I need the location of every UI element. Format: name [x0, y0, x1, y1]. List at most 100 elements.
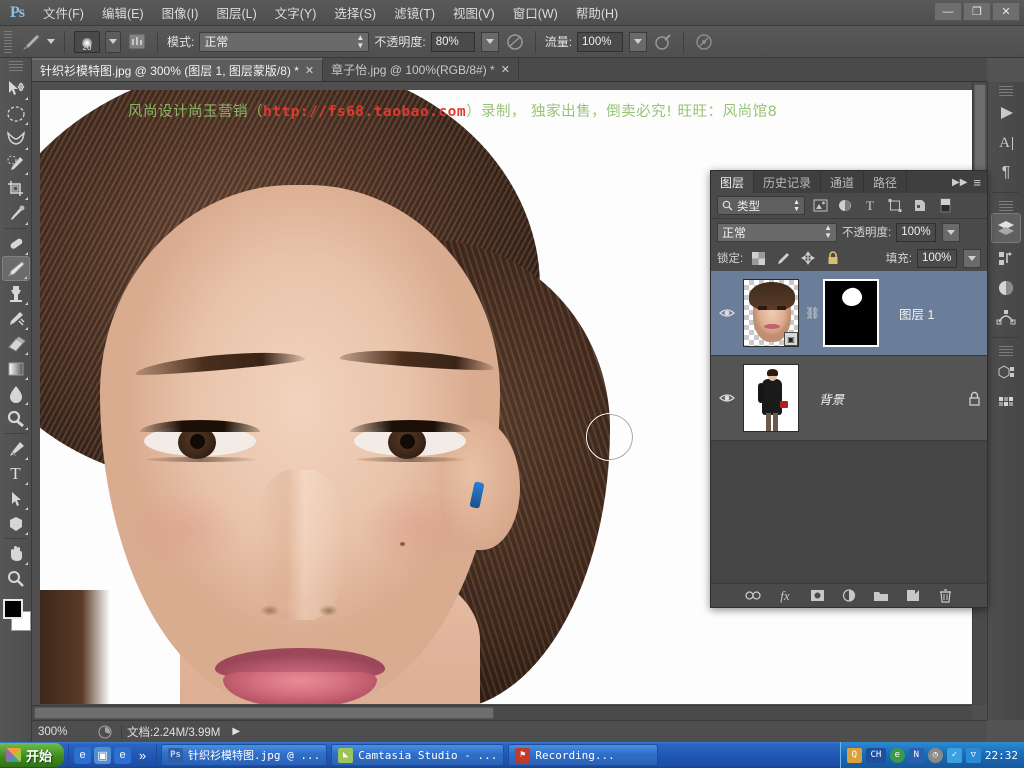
minimize-button[interactable]: —: [934, 2, 962, 21]
sidebar-item-healing-brush-tool[interactable]: [2, 231, 30, 256]
tablet-pressure-icon[interactable]: [693, 31, 715, 53]
sidebar-item-eraser-tool[interactable]: [2, 331, 30, 356]
check-tray-icon[interactable]: ✓: [946, 747, 962, 763]
sidebar-item-path-selection-tool[interactable]: [2, 486, 30, 511]
character-panel-icon[interactable]: A: [991, 128, 1021, 158]
sidebar-item-pen-tool[interactable]: [2, 436, 30, 461]
menu-view[interactable]: 视图(V): [444, 0, 504, 25]
airbrush-icon[interactable]: [652, 31, 674, 53]
adjustments-panel-icon[interactable]: [991, 273, 1021, 303]
3d-panel-icon[interactable]: [991, 358, 1021, 388]
lock-transparent-pixels-icon[interactable]: [748, 248, 768, 268]
filter-pixel-icon[interactable]: [810, 196, 830, 216]
layer-name[interactable]: 图层 1: [899, 304, 934, 323]
filter-toggle-icon[interactable]: [935, 196, 955, 216]
layers-list[interactable]: ▣ ⛓ 图层 1 背景: [711, 271, 987, 583]
sidebar-item-type-tool[interactable]: T: [2, 461, 30, 486]
ie-icon[interactable]: e: [74, 746, 92, 764]
layer-blend-mode-select[interactable]: 正常 ▲ ▼: [717, 222, 837, 242]
flow-dropdown-button[interactable]: [629, 31, 648, 52]
ime-tray-icon[interactable]: CH: [865, 747, 886, 763]
layer-thumbnail[interactable]: ▣: [743, 279, 799, 347]
paragraph-panel-icon[interactable]: ¶: [991, 158, 1021, 188]
taskbar-item-camtasia[interactable]: ◣ Camtasia Studio - ...: [331, 744, 505, 766]
menu-image[interactable]: 图像(I): [153, 0, 208, 25]
clock-tray-icon[interactable]: ◷: [927, 747, 943, 763]
brush-dropdown-button[interactable]: [105, 30, 121, 53]
right-dock-grip[interactable]: [999, 86, 1013, 96]
document-tab-active[interactable]: 针织衫模特图.jpg @ 300% (图层 1, 图层蒙版/8) * ✕: [32, 58, 324, 81]
status-preview-icon[interactable]: [94, 721, 116, 743]
layer-mask-thumbnail[interactable]: [823, 279, 879, 347]
table-row[interactable]: 背景: [711, 356, 987, 441]
tools-panel-grip[interactable]: [8, 61, 23, 73]
restore-button[interactable]: ❐: [963, 2, 991, 21]
layer-fill-dropdown-button[interactable]: [963, 248, 981, 268]
menu-window[interactable]: 窗口(W): [504, 0, 567, 25]
sidebar-item-clone-stamp-tool[interactable]: [2, 281, 30, 306]
sidebar-item-elliptical-marquee-tool[interactable]: [2, 101, 30, 126]
tab-layers[interactable]: 图层: [711, 171, 755, 193]
mini-bridge-icon[interactable]: [991, 98, 1021, 128]
extra-group-grip[interactable]: [999, 346, 1013, 356]
new-layer-button[interactable]: [904, 587, 922, 605]
layer-name[interactable]: 背景: [819, 389, 844, 408]
swatches-panel-icon[interactable]: [991, 388, 1021, 418]
color-swatches[interactable]: [1, 597, 31, 633]
blend-mode-select[interactable]: 正常 ▲ ▼: [199, 31, 370, 52]
network-tray-icon[interactable]: N: [908, 747, 924, 763]
taskbar-clock[interactable]: 22:32: [985, 749, 1018, 762]
browser-tray-icon[interactable]: e: [889, 747, 905, 763]
start-button[interactable]: 开始: [0, 743, 65, 767]
menu-select[interactable]: 选择(S): [325, 0, 385, 25]
layer-visibility-toggle[interactable]: [717, 307, 737, 319]
shield-tray-icon[interactable]: ▽: [965, 747, 981, 763]
sidebar-item-quick-selection-tool[interactable]: [2, 151, 30, 176]
sidebar-item-brush-tool[interactable]: [1, 256, 30, 281]
tab-paths[interactable]: 路径: [864, 171, 908, 193]
new-group-button[interactable]: [872, 587, 890, 605]
mask-link-icon[interactable]: ⛓: [805, 306, 820, 320]
ie2-icon[interactable]: e: [114, 746, 132, 764]
sidebar-item-shape-tool[interactable]: [2, 511, 30, 536]
foreground-color-swatch[interactable]: [2, 599, 23, 619]
menu-layer[interactable]: 图层(L): [207, 0, 265, 25]
tab-channels[interactable]: 通道: [821, 171, 865, 193]
default-colors-icon[interactable]: [1, 587, 13, 597]
brush-panel-toggle-icon[interactable]: [126, 31, 148, 53]
layer-visibility-toggle[interactable]: [717, 392, 737, 404]
layer-style-button[interactable]: fx: [776, 587, 794, 605]
link-layers-button[interactable]: [744, 587, 762, 605]
qq-tray-icon[interactable]: Q: [846, 747, 862, 763]
sidebar-item-history-brush-tool[interactable]: [2, 306, 30, 331]
menu-help[interactable]: 帮助(H): [567, 0, 627, 25]
layers-group-grip[interactable]: [999, 201, 1013, 211]
delete-layer-button[interactable]: [936, 587, 954, 605]
opacity-dropdown-button[interactable]: [480, 31, 499, 52]
sidebar-item-lasso-tool[interactable]: [2, 126, 30, 151]
opacity-input[interactable]: 80%: [430, 31, 475, 52]
sidebar-item-crop-tool[interactable]: [2, 176, 30, 201]
filter-shape-icon[interactable]: [885, 196, 905, 216]
layer-thumbnail[interactable]: [743, 364, 799, 432]
canvas-horizontal-scrollbar[interactable]: [32, 705, 972, 720]
lock-image-pixels-icon[interactable]: [773, 248, 793, 268]
taskbar-item-recording[interactable]: ⚑ Recording...: [508, 744, 659, 766]
lock-all-icon[interactable]: [823, 248, 843, 268]
brush-size-preview[interactable]: 20: [74, 30, 100, 53]
options-bar-grip[interactable]: [4, 30, 12, 53]
layers-panel-icon[interactable]: [991, 213, 1021, 243]
collapse-panel-icon[interactable]: ▶▶: [952, 177, 967, 188]
document-tab-second[interactable]: 章子怡.jpg @ 100%(RGB/8#) * ✕: [323, 58, 519, 81]
menu-type[interactable]: 文字(Y): [266, 0, 326, 25]
taskbar-item-photoshop[interactable]: Ps 针织衫模特图.jpg @ ...: [161, 744, 328, 766]
close-icon[interactable]: ✕: [305, 64, 314, 77]
table-row[interactable]: ▣ ⛓ 图层 1: [711, 271, 987, 356]
brush-tool-icon[interactable]: [20, 31, 42, 53]
layer-opacity-input[interactable]: 100%: [896, 222, 937, 242]
sidebar-item-move-tool[interactable]: [2, 76, 30, 101]
panel-menu-icon[interactable]: ≡: [973, 175, 981, 190]
new-fill-adjustment-button[interactable]: [840, 587, 858, 605]
zoom-level-input[interactable]: 300%: [32, 726, 94, 738]
menu-file[interactable]: 文件(F): [34, 0, 93, 25]
